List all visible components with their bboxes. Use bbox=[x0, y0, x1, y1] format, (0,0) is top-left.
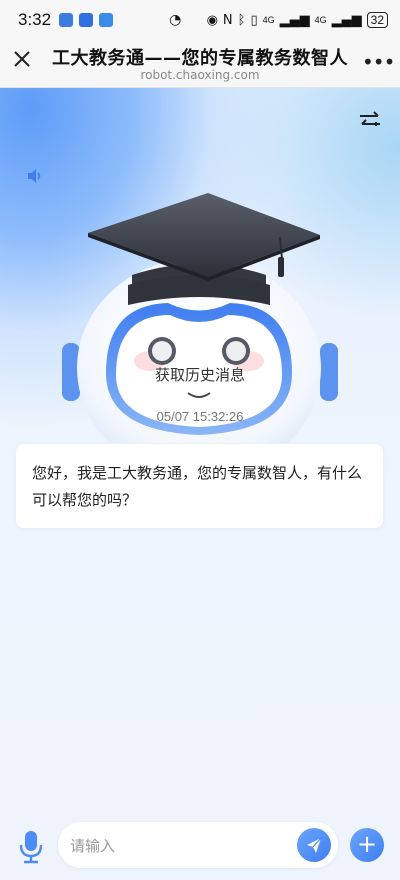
add-button[interactable]: + bbox=[350, 828, 384, 862]
bluetooth-icon: ᛒ bbox=[237, 12, 246, 28]
battery-icon: 32 bbox=[366, 12, 388, 28]
nfc-icon: N bbox=[222, 12, 233, 28]
send-button[interactable] bbox=[297, 828, 331, 862]
get-history-link[interactable]: 获取历史消息 bbox=[0, 364, 400, 385]
message-timestamp: 05/07 15:32:26 bbox=[156, 409, 244, 424]
message-input-placeholder: 请输入 bbox=[70, 836, 116, 855]
chat-area: 获取历史消息 05/07 15:32:26 您好，我是工大教务通，您的专属数智人… bbox=[0, 88, 400, 880]
status-bar: 3:32 ◔ ◉ N ᛒ ▯ 4G ▂▄▆ 4G ▂▄▆ 32 bbox=[0, 0, 400, 40]
more-icon[interactable]: ••• bbox=[362, 48, 395, 76]
signal-icon: 4G bbox=[262, 14, 275, 25]
page-url: robot.chaoxing.com bbox=[140, 68, 260, 82]
signal-icon: 4G bbox=[314, 14, 327, 25]
message-input[interactable]: 请输入 bbox=[58, 822, 338, 868]
alarm-icon: ◔ bbox=[169, 12, 182, 28]
mascot-avatar bbox=[62, 193, 338, 443]
speaker-icon[interactable] bbox=[26, 168, 44, 184]
microphone-icon[interactable] bbox=[18, 830, 44, 864]
page-title: 工大教务通——您的专属教务数智人 bbox=[52, 48, 348, 69]
status-time: 3:32 bbox=[18, 10, 52, 29]
switch-mode-icon[interactable] bbox=[358, 108, 382, 132]
send-icon bbox=[307, 837, 322, 853]
signal-bars-icon: ▂▄▆ bbox=[279, 12, 310, 28]
vibrate-icon: ▯ bbox=[250, 12, 258, 28]
bot-message-text: 您好，我是工大教务通，您的专属数智人，有什么可以帮您的吗？ bbox=[32, 464, 363, 509]
app-notification-icon bbox=[79, 13, 94, 27]
title-bar: 工大教务通——您的专属教务数智人 robot.chaoxing.com ••• bbox=[0, 40, 400, 88]
bot-message-bubble: 您好，我是工大教务通，您的专属数智人，有什么可以帮您的吗？ bbox=[16, 444, 383, 528]
signal-bars-icon: ▂▄▆ bbox=[331, 12, 362, 28]
eye-icon: ◉ bbox=[206, 12, 218, 28]
app-notification-icon bbox=[59, 13, 74, 27]
app-notification-icon bbox=[99, 13, 114, 27]
plus-icon: + bbox=[356, 830, 378, 858]
